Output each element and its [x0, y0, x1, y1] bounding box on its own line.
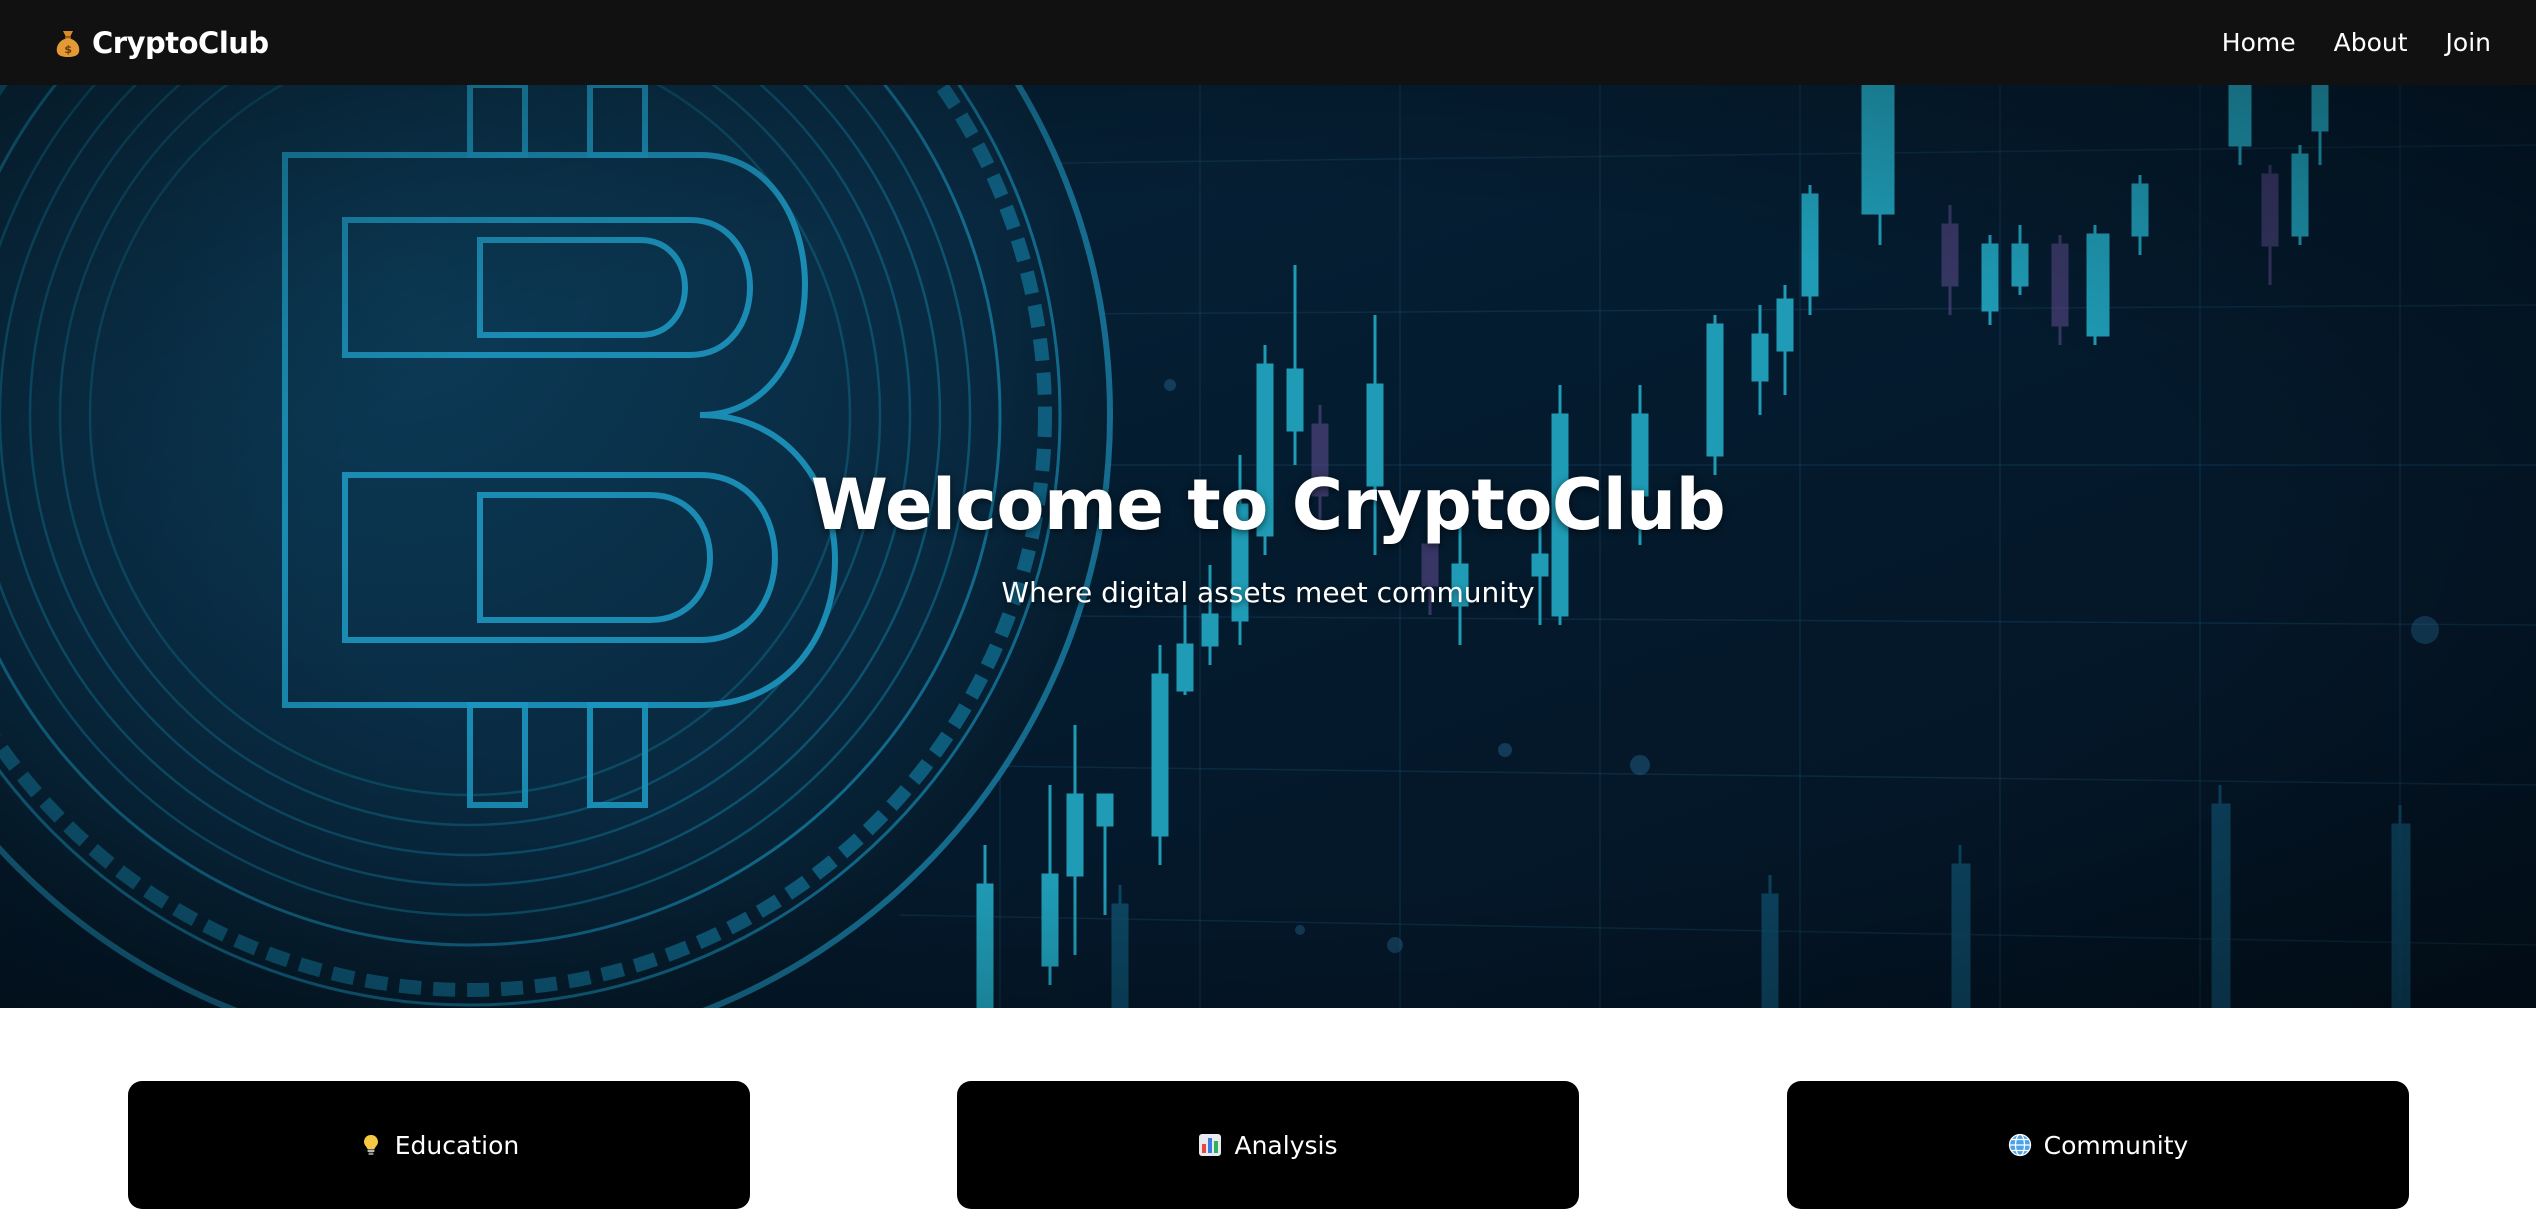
education-button[interactable]: Education: [128, 1081, 750, 1209]
hero-text: Welcome to CryptoClub Where digital asse…: [0, 85, 2536, 1008]
hero-title: Welcome to CryptoClub: [810, 464, 1726, 546]
brand-name: CryptoClub: [92, 25, 269, 60]
nav-link-home[interactable]: Home: [2222, 28, 2296, 57]
hero-banner: Welcome to CryptoClub Where digital asse…: [0, 85, 2536, 1008]
nav-link-about[interactable]: About: [2334, 28, 2408, 57]
brand-logo[interactable]: $ CryptoClub: [54, 26, 269, 60]
nav-links: Home About Join: [2222, 28, 2491, 57]
globe-icon: [2008, 1133, 2031, 1157]
community-label: Community: [2043, 1130, 2189, 1160]
money-bag-icon: $: [56, 30, 80, 57]
analysis-button[interactable]: Analysis: [957, 1081, 1579, 1209]
education-label: Education: [394, 1130, 520, 1160]
navbar: $ CryptoClub Home About Join: [0, 0, 2536, 85]
nav-link-join[interactable]: Join: [2446, 28, 2491, 57]
lightbulb-icon: [363, 1135, 378, 1155]
svg-text:$: $: [64, 43, 71, 56]
hero-subtitle: Where digital assets meet community: [1001, 576, 1535, 609]
features-section: Education Analysis Community: [0, 1008, 2536, 1231]
bar-chart-icon: [1199, 1134, 1222, 1156]
analysis-label: Analysis: [1234, 1130, 1338, 1160]
community-button[interactable]: Community: [1787, 1081, 2409, 1209]
